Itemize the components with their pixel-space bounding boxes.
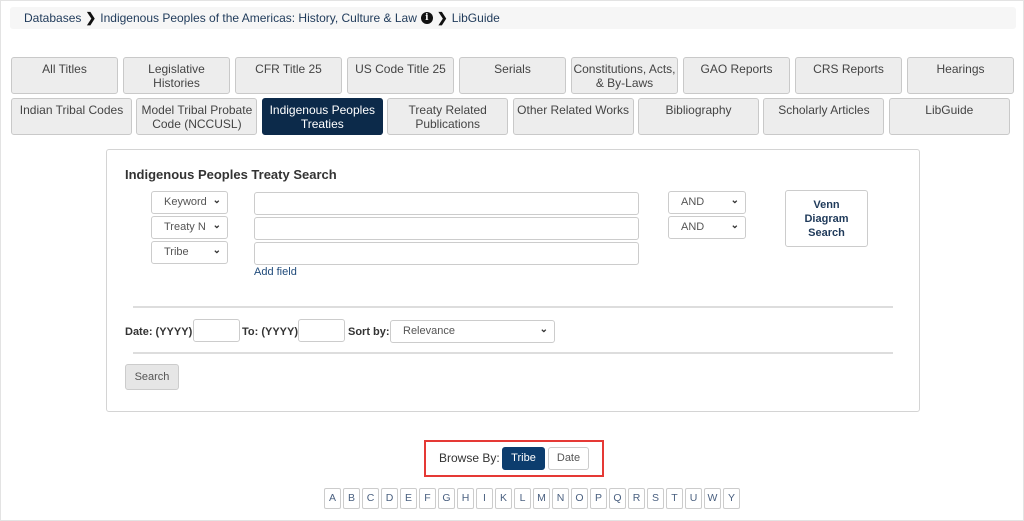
chevron-down-icon: ⌄ bbox=[212, 220, 221, 231]
letter-k[interactable]: K bbox=[495, 488, 512, 509]
breadcrumb: Databases ❯ Indigenous Peoples of the Am… bbox=[10, 7, 1016, 29]
letter-m[interactable]: M bbox=[533, 488, 550, 509]
letter-w[interactable]: W bbox=[704, 488, 721, 509]
tab-treaty-related-publications[interactable]: Treaty Related Publications bbox=[387, 98, 509, 135]
letter-r[interactable]: R bbox=[628, 488, 645, 509]
search-input-3[interactable] bbox=[254, 242, 639, 265]
tab-cfr-title-25[interactable]: CFR Title 25 bbox=[235, 57, 342, 94]
divider bbox=[133, 352, 893, 354]
field-select-value: Keyword bbox=[164, 196, 207, 208]
breadcrumb-databases[interactable]: Databases bbox=[24, 11, 81, 25]
letter-i[interactable]: I bbox=[476, 488, 493, 509]
tab-all-titles[interactable]: All Titles bbox=[11, 57, 118, 94]
operator-value: AND bbox=[681, 221, 705, 233]
tab-other-related-works[interactable]: Other Related Works bbox=[512, 98, 634, 135]
letter-index: ABCDEFGHIKLMNOPQRSTUWY bbox=[324, 488, 742, 509]
tab-legislative-histories[interactable]: Legislative Histories bbox=[123, 57, 230, 94]
divider bbox=[133, 306, 893, 308]
date-from-label: Date: (YYYY) bbox=[125, 326, 193, 338]
letter-q[interactable]: Q bbox=[609, 488, 626, 509]
browse-by-label: Browse By: bbox=[439, 451, 500, 465]
field-select-value: Treaty N bbox=[164, 221, 206, 233]
info-icon[interactable]: i bbox=[420, 12, 433, 24]
tab-crs-reports[interactable]: CRS Reports bbox=[795, 57, 902, 94]
search-title: Indigenous Peoples Treaty Search bbox=[125, 167, 337, 182]
chevron-down-icon: ⌄ bbox=[212, 195, 221, 206]
search-input-1[interactable] bbox=[254, 192, 639, 215]
chevron-down-icon: ⌄ bbox=[730, 195, 739, 206]
operator-select-1[interactable]: AND ⌄ bbox=[668, 191, 746, 214]
tab-libguide[interactable]: LibGuide bbox=[888, 98, 1010, 135]
letter-u[interactable]: U bbox=[685, 488, 702, 509]
chevron-down-icon: ⌄ bbox=[730, 220, 739, 231]
breadcrumb-collection[interactable]: Indigenous Peoples of the Americas: Hist… bbox=[100, 11, 417, 25]
tab-bibliography[interactable]: Bibliography bbox=[638, 98, 759, 135]
letter-p[interactable]: P bbox=[590, 488, 607, 509]
letter-l[interactable]: L bbox=[514, 488, 531, 509]
chevron-down-icon: ⌄ bbox=[212, 245, 221, 256]
chevron-down-icon: ⌄ bbox=[539, 324, 548, 335]
tab-indian-tribal-codes[interactable]: Indian Tribal Codes bbox=[11, 98, 132, 135]
sort-label: Sort by: bbox=[348, 326, 390, 338]
sort-value: Relevance bbox=[403, 325, 455, 337]
tab-serials[interactable]: Serials bbox=[459, 57, 566, 94]
operator-value: AND bbox=[681, 196, 705, 208]
letter-g[interactable]: G bbox=[438, 488, 455, 509]
field-select-3[interactable]: Tribe ⌄ bbox=[151, 241, 228, 264]
field-select-1[interactable]: Keyword ⌄ bbox=[151, 191, 228, 214]
date-to-label: To: (YYYY) bbox=[242, 326, 299, 338]
browse-date-button[interactable]: Date bbox=[548, 447, 589, 470]
search-button[interactable]: Search bbox=[125, 364, 179, 390]
letter-c[interactable]: C bbox=[362, 488, 379, 509]
operator-select-2[interactable]: AND ⌄ bbox=[668, 216, 746, 239]
letter-b[interactable]: B bbox=[343, 488, 360, 509]
add-field-link[interactable]: Add field bbox=[254, 266, 297, 278]
letter-t[interactable]: T bbox=[666, 488, 683, 509]
tab-hearings[interactable]: Hearings bbox=[907, 57, 1014, 94]
tab-constitutions-acts-by-laws[interactable]: Constitutions, Acts, & By-Laws bbox=[571, 57, 678, 94]
search-panel: Indigenous Peoples Treaty Search Keyword… bbox=[106, 149, 920, 412]
breadcrumb-libguide[interactable]: LibGuide bbox=[452, 11, 500, 25]
field-select-value: Tribe bbox=[164, 246, 189, 258]
browse-tribe-button[interactable]: Tribe bbox=[502, 447, 545, 470]
tab-scholarly-articles[interactable]: Scholarly Articles bbox=[763, 98, 885, 135]
letter-e[interactable]: E bbox=[400, 488, 417, 509]
browse-by-box: Browse By: Tribe Date bbox=[424, 440, 604, 477]
letter-h[interactable]: H bbox=[457, 488, 474, 509]
chevron-right-icon: ❯ bbox=[85, 10, 97, 25]
tab-us-code-title-25[interactable]: US Code Title 25 bbox=[347, 57, 454, 94]
date-to-input[interactable] bbox=[298, 319, 345, 342]
letter-d[interactable]: D bbox=[381, 488, 398, 509]
date-from-input[interactable] bbox=[193, 319, 240, 342]
venn-diagram-search-button[interactable]: Venn Diagram Search bbox=[785, 190, 868, 247]
letter-s[interactable]: S bbox=[647, 488, 664, 509]
search-input-2[interactable] bbox=[254, 217, 639, 240]
letter-y[interactable]: Y bbox=[723, 488, 740, 509]
field-select-2[interactable]: Treaty N ⌄ bbox=[151, 216, 228, 239]
letter-f[interactable]: F bbox=[419, 488, 436, 509]
letter-n[interactable]: N bbox=[552, 488, 569, 509]
sort-select[interactable]: Relevance ⌄ bbox=[390, 320, 555, 343]
tab-model-tribal-probate-code-nccusl-[interactable]: Model Tribal Probate Code (NCCUSL) bbox=[136, 98, 258, 135]
tab-gao-reports[interactable]: GAO Reports bbox=[683, 57, 790, 94]
chevron-right-icon: ❯ bbox=[436, 10, 448, 25]
letter-o[interactable]: O bbox=[571, 488, 588, 509]
tab-indigenous-peoples-treaties[interactable]: Indigenous Peoples Treaties bbox=[261, 98, 383, 135]
letter-a[interactable]: A bbox=[324, 488, 341, 509]
